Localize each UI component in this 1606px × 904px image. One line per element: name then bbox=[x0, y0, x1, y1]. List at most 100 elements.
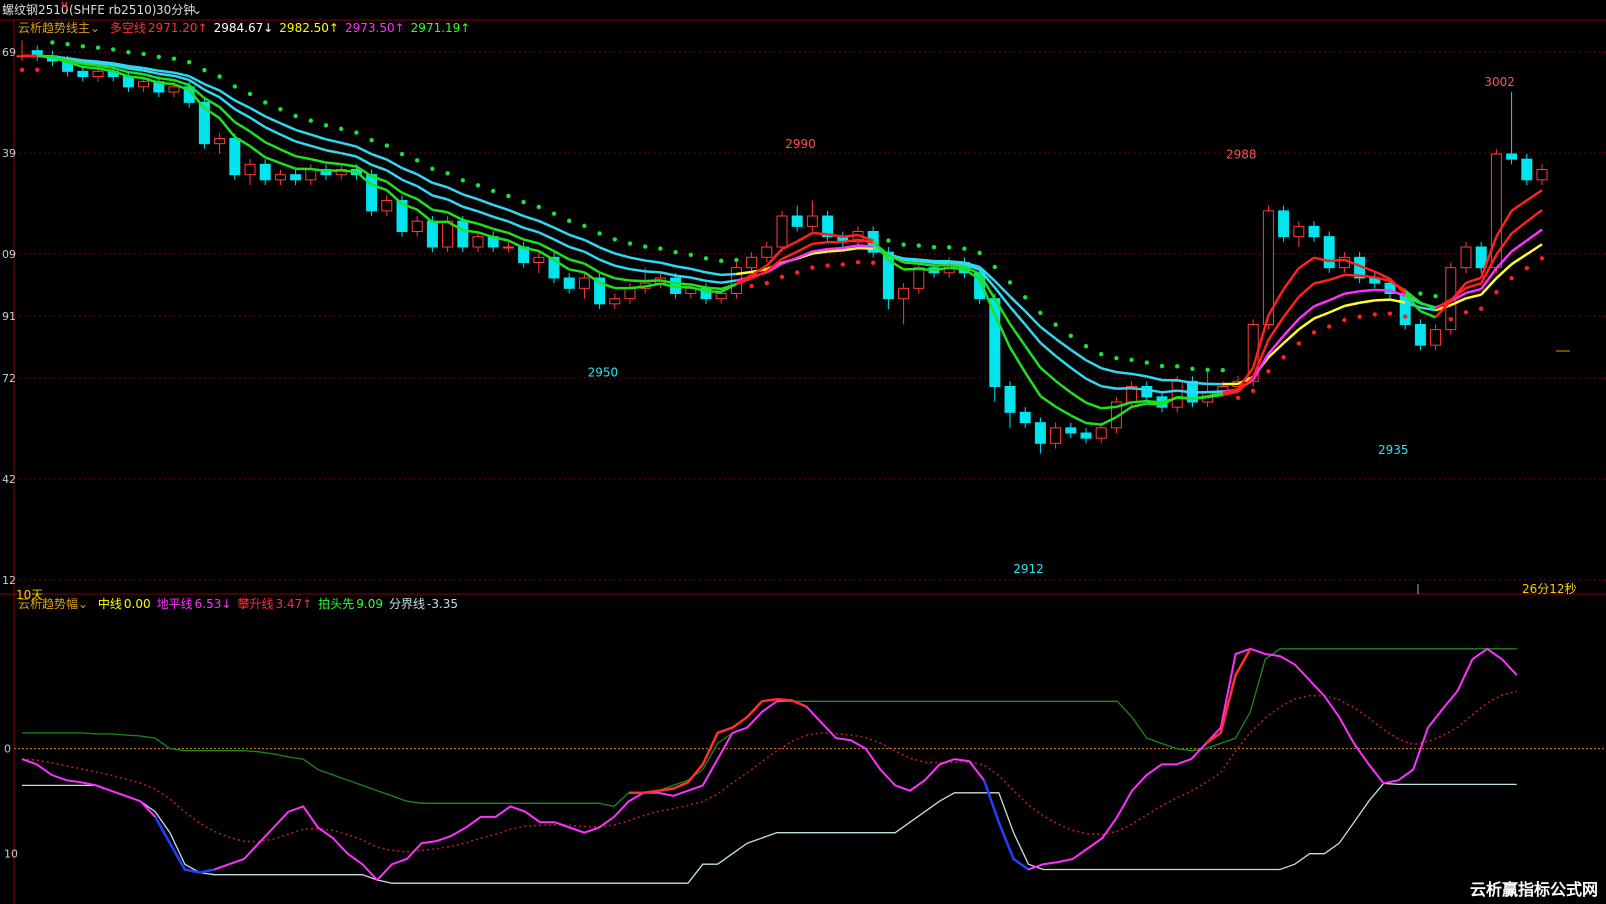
ma-slow-line bbox=[1465, 293, 1482, 300]
trend-dot bbox=[1220, 367, 1226, 373]
ma-line-8 bbox=[264, 141, 281, 151]
ma-slow-line bbox=[158, 69, 175, 74]
ma-line-5 bbox=[82, 65, 99, 70]
trend-dot bbox=[50, 40, 55, 45]
candle-body bbox=[776, 215, 788, 248]
ma-slow-line bbox=[507, 208, 525, 218]
ma-line-5 bbox=[341, 169, 357, 174]
ma-mid-line bbox=[1177, 389, 1193, 394]
ma-line-5 bbox=[1298, 256, 1315, 270]
ma-line-5 bbox=[1465, 276, 1482, 285]
ma-line-8 bbox=[507, 231, 525, 241]
trend-dot bbox=[232, 84, 237, 89]
trend-dot bbox=[612, 237, 617, 242]
ma-line-5 bbox=[1282, 267, 1300, 290]
trend-dot bbox=[1311, 330, 1317, 335]
candle-body bbox=[746, 256, 758, 269]
ma-line-5 bbox=[796, 231, 814, 243]
ma-line-8 bbox=[705, 286, 722, 291]
trend-dot bbox=[1235, 395, 1241, 401]
trend-dot bbox=[1175, 364, 1180, 369]
trend-dot bbox=[962, 246, 967, 251]
trend-dot bbox=[415, 158, 420, 163]
ma-line-5 bbox=[158, 81, 175, 86]
trend-dot bbox=[80, 44, 86, 49]
ma-mid-line bbox=[645, 270, 661, 274]
trend-dot bbox=[354, 130, 359, 135]
ma-line-8 bbox=[1359, 274, 1375, 279]
trend-dot bbox=[293, 113, 298, 119]
ma-line-5 bbox=[1070, 414, 1087, 425]
trend-dot bbox=[141, 51, 146, 57]
trend-dot bbox=[627, 241, 633, 246]
ma-mid-line bbox=[857, 244, 874, 248]
trend-dot bbox=[399, 151, 405, 157]
candle-body bbox=[77, 70, 89, 78]
trend-dot bbox=[916, 243, 921, 248]
ma-mid-line bbox=[1161, 389, 1178, 394]
ma-mid-line bbox=[1298, 305, 1315, 320]
trend-dot bbox=[323, 123, 329, 128]
ma-line-8 bbox=[1282, 296, 1300, 318]
ma-slow-line bbox=[1100, 366, 1117, 374]
ma-mid-line bbox=[279, 133, 297, 143]
ma-mid-line bbox=[310, 144, 327, 152]
candle-body bbox=[1293, 225, 1305, 238]
candle-body bbox=[791, 215, 803, 227]
candle-body bbox=[1460, 246, 1472, 269]
trend-dot bbox=[1144, 360, 1150, 365]
ma-mid-line bbox=[553, 238, 570, 249]
trend-dot bbox=[1342, 317, 1347, 323]
ma-line-8 bbox=[568, 258, 585, 265]
ma-mid-line bbox=[583, 250, 601, 261]
trend-dot bbox=[673, 250, 678, 255]
ma-slow-line bbox=[1192, 381, 1208, 386]
ma-slow-line bbox=[1359, 299, 1375, 304]
ma-mid-line bbox=[416, 185, 434, 197]
trend-dot bbox=[658, 246, 663, 251]
ma-line-5 bbox=[1024, 371, 1042, 397]
trend-dot bbox=[217, 74, 222, 79]
sub-tick-label: 0 bbox=[4, 743, 11, 756]
trend-dot bbox=[111, 47, 116, 52]
ma-slow-line bbox=[690, 267, 707, 274]
ma-mid-line bbox=[1526, 228, 1543, 242]
trend-dot bbox=[1357, 314, 1362, 319]
price-chart[interactable]: 69 39 09 91 72 42 12 2950 2990 2912 2988 2935 3002 0 1… bbox=[0, 0, 1606, 904]
ma-line-8 bbox=[1313, 278, 1330, 285]
ma-line-8 bbox=[645, 279, 661, 283]
trend-dot bbox=[795, 270, 800, 275]
candle-body bbox=[366, 174, 378, 212]
candle-body bbox=[502, 246, 514, 249]
trend-dot bbox=[703, 256, 709, 261]
watermark: 云析赢指标公式网 bbox=[1469, 880, 1598, 899]
ma-slow-line bbox=[538, 219, 555, 229]
price-annotation: 2912 bbox=[1013, 562, 1044, 576]
ma-mid-line bbox=[234, 108, 251, 119]
candle-body bbox=[426, 220, 438, 248]
trend-dot bbox=[992, 264, 997, 270]
ma-slow-line bbox=[1328, 304, 1345, 314]
ma-slow-line bbox=[1510, 253, 1528, 266]
ma-line-8 bbox=[1054, 379, 1072, 394]
price-annotation: 2935 bbox=[1378, 443, 1409, 457]
candle-body bbox=[229, 138, 241, 176]
ma-mid-line bbox=[447, 198, 464, 208]
trend-dot bbox=[1372, 312, 1378, 317]
ma-line-8 bbox=[310, 157, 327, 164]
ma-mid-line bbox=[401, 178, 418, 188]
main-tick-label: 42 bbox=[2, 473, 16, 486]
ma-line-8 bbox=[492, 227, 509, 235]
ma-line-5 bbox=[1054, 405, 1072, 417]
ma-line-5 bbox=[279, 161, 297, 170]
candle-body bbox=[1521, 158, 1533, 181]
ma-line-8 bbox=[1008, 323, 1027, 347]
ma-line-8 bbox=[1131, 399, 1147, 404]
ma-mid-line bbox=[507, 220, 525, 229]
trend-dot bbox=[947, 245, 952, 250]
main-tick-label: 12 bbox=[2, 574, 16, 587]
ma-slow-line bbox=[234, 99, 251, 110]
ma-line-8 bbox=[325, 161, 342, 166]
trend-dot bbox=[35, 67, 40, 73]
horizon-line bbox=[21, 647, 1518, 882]
